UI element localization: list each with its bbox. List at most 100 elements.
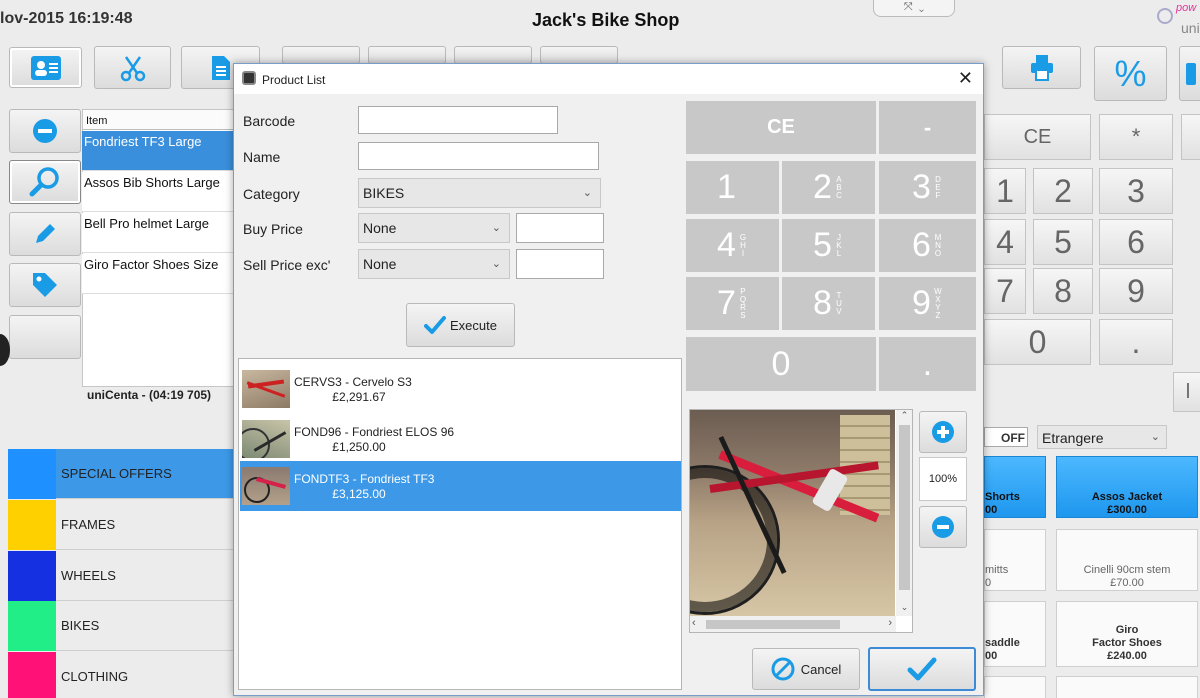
edit-line-button[interactable] xyxy=(9,212,81,256)
keypad-0[interactable]: 0 xyxy=(984,319,1091,365)
product-button[interactable]: Shorts 00 xyxy=(984,456,1046,518)
product-image-viewer[interactable]: ⌃ ⌄ ‹ › xyxy=(689,409,913,633)
scroll-hthumb[interactable] xyxy=(706,620,840,629)
ticket-row[interactable]: Fondriest TF3 Large xyxy=(82,131,234,171)
toolbar-button-4[interactable] xyxy=(282,46,360,64)
search-button[interactable] xyxy=(9,160,81,204)
product-button[interactable]: mitts 0 xyxy=(984,529,1046,591)
sell-price-operator[interactable]: None ⌄ xyxy=(358,249,510,279)
product-button[interactable]: Giro Factor Shoes £240.00 xyxy=(1056,601,1198,667)
split-button[interactable] xyxy=(94,46,171,89)
close-icon[interactable]: ✕ xyxy=(958,68,973,89)
scroll-right-icon[interactable]: › xyxy=(888,617,892,629)
scissors-icon xyxy=(120,55,145,81)
keypad-7[interactable]: 7 xyxy=(984,268,1026,314)
dialog-keypad-9[interactable]: 9W X Y Z xyxy=(879,277,976,330)
toolbar-button-7[interactable] xyxy=(540,46,618,64)
keypad-side[interactable]: l xyxy=(1173,372,1200,412)
product-result-row[interactable]: FONDTF3 - Fondriest TF3 £3,125.00 xyxy=(240,461,681,511)
product-button[interactable] xyxy=(1056,676,1198,698)
scroll-up-icon[interactable]: ⌃ xyxy=(896,410,912,424)
print-button[interactable] xyxy=(1002,46,1081,89)
product-result-row[interactable]: FOND96 - Fondriest ELOS 96 £1,250.00 xyxy=(240,414,681,464)
ticket-row[interactable]: Assos Bib Shorts Large xyxy=(82,172,234,212)
buy-price-operator[interactable]: None ⌄ xyxy=(358,213,510,243)
product-result-price: £3,125.00 xyxy=(332,487,386,501)
ok-button[interactable] xyxy=(868,647,976,691)
name-input[interactable] xyxy=(358,142,599,170)
category-clothing[interactable]: CLOTHING xyxy=(8,651,233,698)
zoom-in-button[interactable] xyxy=(919,411,967,453)
product-result-price: £2,291.67 xyxy=(332,390,386,404)
category-bikes[interactable]: BIKES xyxy=(8,600,233,651)
chevron-down-icon: ⌄ xyxy=(491,258,501,270)
keypad-9[interactable]: 9 xyxy=(1099,268,1173,314)
dialog-keypad-8[interactable]: 8T U V xyxy=(782,277,875,330)
dialog-keypad-4[interactable]: 4G H I xyxy=(686,219,779,272)
chevron-down-icon: ⌄ xyxy=(582,187,592,199)
category-label: WHEELS xyxy=(61,568,116,583)
dialog-keypad-5[interactable]: 5J K L xyxy=(782,219,875,272)
dialog-keypad-dot[interactable]: . xyxy=(879,337,976,391)
product-button[interactable]: saddle 00 xyxy=(984,601,1046,667)
toolbar-button-6[interactable] xyxy=(454,46,532,64)
tax-select[interactable]: Etrangere ⌄ xyxy=(1037,425,1167,449)
category-frames[interactable]: FRAMES xyxy=(8,499,233,550)
dialog-titlebar[interactable]: Product List ✕ xyxy=(234,64,983,94)
keypad-8[interactable]: 8 xyxy=(1033,268,1093,314)
dialog-keypad-3[interactable]: 3D E F xyxy=(879,161,976,214)
buy-price-input[interactable] xyxy=(516,213,604,243)
product-button[interactable] xyxy=(984,676,1046,698)
keypad-4[interactable]: 4 xyxy=(984,219,1026,265)
product-button[interactable]: Assos Jacket £300.00 xyxy=(1056,456,1198,518)
product-result-name: FONDTF3 - Fondriest TF3 xyxy=(294,472,435,486)
product-button[interactable]: Cinelli 90cm stem £70.00 xyxy=(1056,529,1198,591)
image-horizontal-scrollbar[interactable]: ‹ › xyxy=(690,616,896,632)
discount-button[interactable]: % xyxy=(1094,46,1167,101)
category-special-offers[interactable]: SPECIAL OFFERS xyxy=(8,448,233,499)
buy-price-operator-value: None xyxy=(363,220,397,236)
attributes-button[interactable] xyxy=(9,263,81,307)
keypad-6[interactable]: 6 xyxy=(1099,219,1173,265)
product-list-dialog[interactable]: Product List ✕ Barcode Name Category BIK… xyxy=(233,63,984,696)
remove-line-button[interactable] xyxy=(9,109,81,153)
customer-button[interactable] xyxy=(9,47,82,88)
scroll-down-icon[interactable]: ⌄ xyxy=(896,602,912,616)
dialog-keypad-minus[interactable]: - xyxy=(879,101,976,154)
dialog-keypad-7[interactable]: 7P Q R S xyxy=(686,277,779,330)
keypad-3[interactable]: 3 xyxy=(1099,168,1173,214)
keypad-dot[interactable]: . xyxy=(1099,319,1173,365)
menu-toggle[interactable]: ⤧ ⌄ xyxy=(873,0,955,17)
empty-action-button[interactable] xyxy=(9,315,81,359)
keypad-2[interactable]: 2 xyxy=(1033,168,1093,214)
category-label: Category xyxy=(243,186,300,202)
image-vertical-scrollbar[interactable]: ⌃ ⌄ xyxy=(896,410,912,616)
product-result-row[interactable]: CERVS3 - Cervelo S3 £2,291.67 xyxy=(240,364,681,414)
execute-button[interactable]: Execute xyxy=(406,303,515,347)
printer-icon xyxy=(1030,54,1053,81)
ticket-row[interactable]: Giro Factor Shoes Size xyxy=(82,254,234,294)
dialog-keypad-2[interactable]: 2A B C xyxy=(782,161,875,214)
ticket-row[interactable]: Bell Pro helmet Large xyxy=(82,213,234,253)
toolbar-button-right[interactable] xyxy=(1179,46,1200,101)
toolbar-button-5[interactable] xyxy=(368,46,446,64)
keypad-5[interactable]: 5 xyxy=(1033,219,1093,265)
dialog-keypad-1[interactable]: 1 xyxy=(686,161,779,214)
keypad-multiply[interactable]: * xyxy=(1099,114,1173,160)
dialog-keypad-0[interactable]: 0 xyxy=(686,337,876,391)
barcode-input[interactable] xyxy=(358,106,558,134)
tax-toggle[interactable]: OFF xyxy=(984,427,1028,447)
cancel-button[interactable]: Cancel xyxy=(752,648,860,690)
keypad-ce[interactable]: CE xyxy=(984,114,1091,160)
category-wheels[interactable]: WHEELS xyxy=(8,550,233,601)
zoom-out-button[interactable] xyxy=(919,506,967,548)
product-thumbnail xyxy=(242,370,290,408)
scroll-thumb[interactable] xyxy=(899,425,910,590)
sell-price-input[interactable] xyxy=(516,249,604,279)
dialog-keypad-6[interactable]: 6M N O xyxy=(879,219,976,272)
keypad-1[interactable]: 1 xyxy=(984,168,1026,214)
dialog-keypad-ce[interactable]: CE xyxy=(686,101,876,154)
category-select[interactable]: BIKES ⌄ xyxy=(358,178,601,208)
scroll-left-icon[interactable]: ‹ xyxy=(692,617,696,629)
keypad-extra[interactable] xyxy=(1181,114,1200,160)
